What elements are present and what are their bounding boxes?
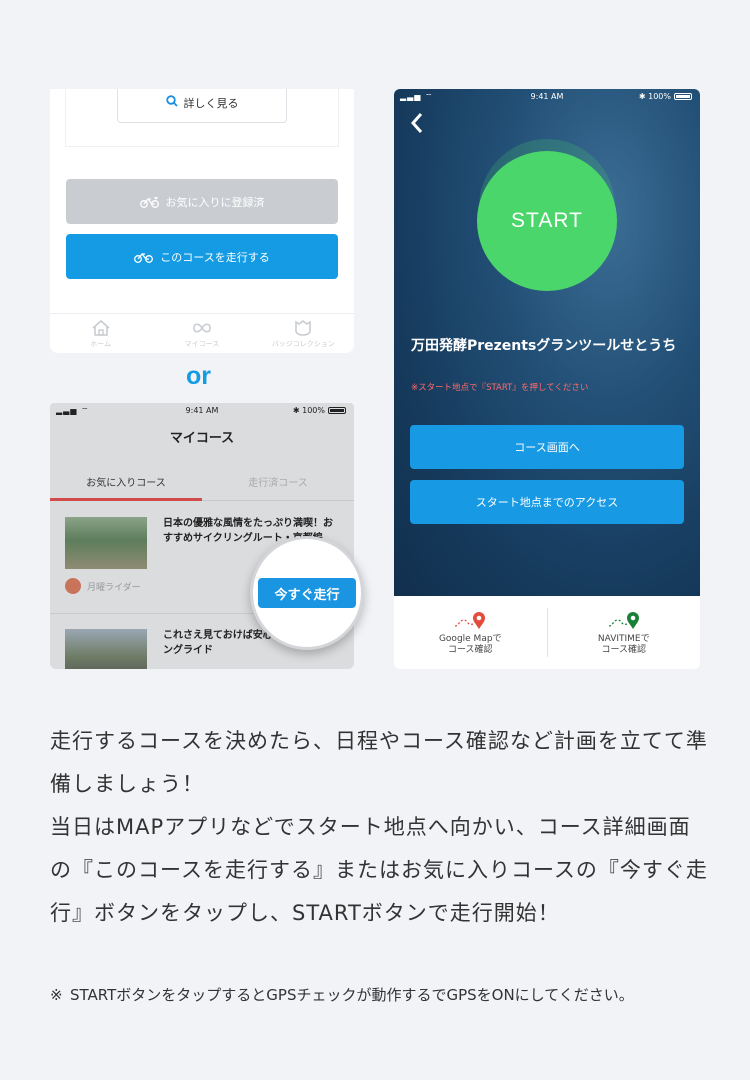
tab-mycourse-label: マイコース: [184, 339, 220, 348]
battery-icon: [328, 407, 346, 414]
battery-percent: 100%: [302, 406, 325, 415]
google-map-link[interactable]: Google Mapで コース確認: [394, 596, 547, 669]
tab-home-label: ホーム: [90, 339, 112, 348]
course-thumbnail[interactable]: [65, 629, 147, 669]
description: 走行するコースを決めたら、日程やコース確認など計画を立てて準備しましょう！ 当日…: [50, 720, 710, 935]
course-screen-button[interactable]: コース画面へ: [410, 425, 684, 469]
status-bar: ▂▃▅ ⌔ 9:41 AM ✱ 100%: [394, 89, 700, 105]
search-icon: [165, 95, 178, 111]
run-button-label: このコースを走行する: [160, 250, 270, 264]
start-screen: ▂▃▅ ⌔ 9:41 AM ✱ 100% START 万田発酵Prezentsグ…: [394, 89, 700, 669]
favorite-button-label: お気に入りに登録済: [165, 195, 265, 209]
rider-name: 月曜ライダー: [87, 582, 141, 593]
rider-info: 月曜ライダー: [65, 578, 141, 594]
course-tabs: お気に入りコース 走行済コース: [50, 463, 354, 501]
favorite-registered-button[interactable]: お気に入りに登録済: [66, 179, 338, 224]
start-instruction: ※スタート地点で『START』を押してください: [411, 383, 589, 393]
note-mark: ※: [50, 986, 63, 1004]
google-map-line1: Google Mapで: [438, 633, 502, 644]
course-title: 万田発酵Prezentsグランツールせとうち: [411, 338, 677, 354]
tab-home[interactable]: ホーム: [50, 314, 151, 353]
hero-background: ▂▃▅ ⌔ 9:41 AM ✱ 100% START 万田発酵Prezentsグ…: [394, 89, 700, 596]
run-now-button[interactable]: 今すぐ走行: [258, 578, 356, 608]
detail-button-label: 詳しく見る: [183, 97, 239, 110]
avatar: [65, 578, 81, 594]
tab-badge-label: バッジコレクション: [271, 339, 335, 348]
badge-icon: [295, 319, 312, 336]
gps-note: ※ STARTボタンをタップするとGPSチェックが動作するでGPSをONにしてく…: [50, 980, 710, 1011]
status-bar: ▂▃▅ ⌔ 9:41 AM ✱ 100%: [50, 403, 354, 419]
map-pin-icon: [608, 611, 639, 629]
bike-heart-icon: [139, 196, 159, 208]
tab-favorite-courses[interactable]: お気に入りコース: [50, 463, 202, 501]
tab-completed-courses[interactable]: 走行済コース: [202, 463, 354, 500]
tab-bar: ホーム マイコース バッジコレクション: [50, 313, 354, 353]
map-pin-icon: [455, 611, 486, 629]
or-label: or: [186, 362, 211, 390]
tab-mycourse[interactable]: マイコース: [151, 314, 252, 353]
detail-button[interactable]: 詳しく見る: [117, 89, 287, 123]
infinity-icon: [193, 322, 211, 333]
page-title: マイコース: [169, 431, 235, 446]
battery-status: ✱ 100%: [293, 406, 346, 415]
tab-badge[interactable]: バッジコレクション: [253, 314, 354, 353]
run-course-button[interactable]: このコースを走行する: [66, 234, 338, 279]
course-thumbnail[interactable]: [65, 517, 147, 569]
course-detail-screen: 詳しく見る お気に入りに登録済 このコースを走行する ホーム マイコース バッジ…: [50, 89, 354, 353]
navitime-link[interactable]: NAVITIMEで コース確認: [548, 596, 701, 669]
battery-percent: 100%: [648, 92, 671, 101]
note-text: STARTボタンをタップするとGPSチェックが動作するでGPSをONにしてくださ…: [70, 986, 634, 1004]
bike-icon: [134, 252, 154, 263]
map-links: Google Mapで コース確認 NAVITIMEで コース確認: [394, 596, 700, 669]
navitime-line1: NAVITIMEで: [597, 633, 650, 644]
access-button[interactable]: スタート地点までのアクセス: [410, 480, 684, 524]
battery-icon: [674, 93, 692, 100]
battery-status: ✱ 100%: [639, 92, 692, 101]
chevron-left-icon[interactable]: [410, 111, 424, 141]
google-map-line2: コース確認: [447, 644, 493, 655]
navitime-line2: コース確認: [601, 644, 647, 655]
description-paragraph: 走行するコースを決めたら、日程やコース確認など計画を立てて準備しましょう！: [50, 729, 708, 796]
start-button[interactable]: START: [477, 151, 617, 291]
description-paragraph: 当日はMAPアプリなどでスタート地点へ向かい、コース詳細画面の『このコースを走行…: [50, 815, 708, 925]
home-icon: [92, 319, 110, 336]
